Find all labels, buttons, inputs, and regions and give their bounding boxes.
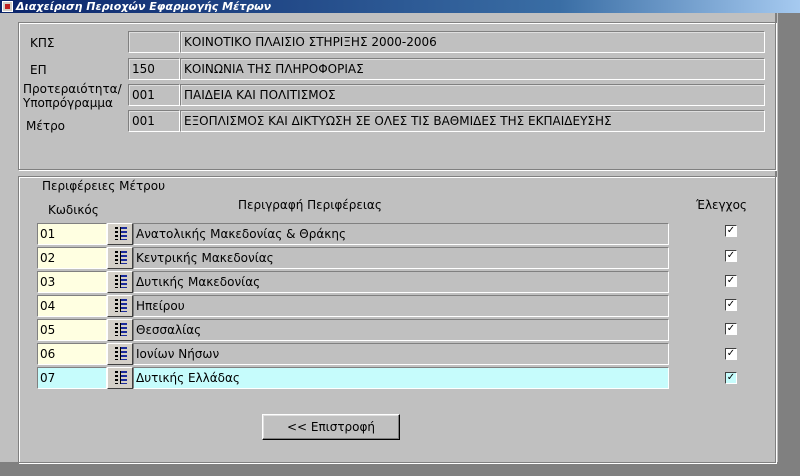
- priority-code-field: 001: [128, 84, 180, 106]
- region-check-checkbox[interactable]: ✓: [725, 275, 737, 287]
- lov-list-icon[interactable]: [107, 343, 133, 365]
- lov-list-icon[interactable]: [107, 367, 133, 389]
- lov-list-icon[interactable]: [107, 319, 133, 341]
- region-code-field[interactable]: 02: [37, 247, 107, 269]
- region-description-field[interactable]: Ηπείρου: [133, 295, 669, 317]
- back-button[interactable]: << Επιστροφή: [262, 414, 400, 440]
- region-description-field[interactable]: Θεσσαλίας: [133, 319, 669, 341]
- lov-list-icon[interactable]: [107, 247, 133, 269]
- app-icon: [2, 1, 13, 12]
- region-check-checkbox[interactable]: ✓: [725, 323, 737, 335]
- ep-description-field: ΚΟΙΝΩΝΙΑ ΤΗΣ ΠΛΗΡΟΦΟΡΙΑΣ: [180, 58, 765, 80]
- region-description-field[interactable]: Κεντρικής Μακεδονίας: [133, 247, 669, 269]
- region-check-checkbox[interactable]: ✓: [725, 348, 737, 360]
- lov-list-icon[interactable]: [107, 271, 133, 293]
- region-check-checkbox[interactable]: ✓: [725, 299, 737, 311]
- kps-code-field: [128, 31, 180, 53]
- window-titlebar[interactable]: Διαχείριση Περιοχών Εφαρμογής Μέτρων: [0, 0, 800, 13]
- region-code-field[interactable]: 03: [37, 271, 107, 293]
- region-code-field[interactable]: 04: [37, 295, 107, 317]
- column-header-code: Κωδικός: [48, 203, 99, 217]
- kps-description-field: ΚΟΙΝΟΤΙΚΟ ΠΛΑΙΣΙΟ ΣΤΗΡΙΞΗΣ 2000-2006: [180, 31, 765, 53]
- region-check-checkbox[interactable]: ✓: [725, 225, 737, 237]
- region-code-field[interactable]: 05: [37, 319, 107, 341]
- region-check-checkbox[interactable]: ✓: [725, 250, 737, 262]
- ep-label: ΕΠ: [30, 63, 47, 77]
- priority-label-line2: Υποπρόγραμμα: [23, 96, 113, 110]
- region-check-checkbox[interactable]: ✓: [725, 372, 737, 384]
- regions-title: Περιφέρειες Μέτρου: [42, 179, 166, 193]
- region-code-field[interactable]: 07: [37, 367, 107, 389]
- window-right-edge: [778, 13, 800, 476]
- region-code-field[interactable]: 01: [37, 223, 107, 245]
- ep-code-field: 150: [128, 58, 180, 80]
- priority-description-field: ΠΑΙΔΕΙΑ ΚΑΙ ΠΟΛΙΤΙΣΜΟΣ: [180, 84, 765, 106]
- status-bar: [0, 462, 800, 476]
- region-description-field[interactable]: Δυτικής Ελλάδας: [133, 367, 669, 389]
- column-header-description: Περιγραφή Περιφέρειας: [238, 198, 382, 212]
- region-code-field[interactable]: 06: [37, 343, 107, 365]
- region-description-field[interactable]: Δυτικής Μακεδονίας: [133, 271, 669, 293]
- column-header-check: Έλεγχος: [696, 198, 747, 212]
- window-title: Διαχείριση Περιοχών Εφαρμογής Μέτρων: [16, 0, 272, 13]
- measure-code-field: 001: [128, 110, 180, 132]
- measure-label: Μέτρο: [26, 119, 66, 133]
- lov-list-icon[interactable]: [107, 223, 133, 245]
- kps-label: ΚΠΣ: [30, 36, 55, 50]
- region-description-field[interactable]: Ιονίων Νήσων: [133, 343, 669, 365]
- lov-list-icon[interactable]: [107, 295, 133, 317]
- priority-label-line1: Προτεραιότητα/: [23, 82, 122, 96]
- measure-description-field: ΕΞΟΠΛΙΣΜΟΣ ΚΑΙ ΔΙΚΤΥΩΣΗ ΣΕ ΟΛΕΣ ΤΙΣ ΒΑΘΜ…: [180, 110, 765, 132]
- region-description-field[interactable]: Ανατολικής Μακεδονίας & Θράκης: [133, 223, 669, 245]
